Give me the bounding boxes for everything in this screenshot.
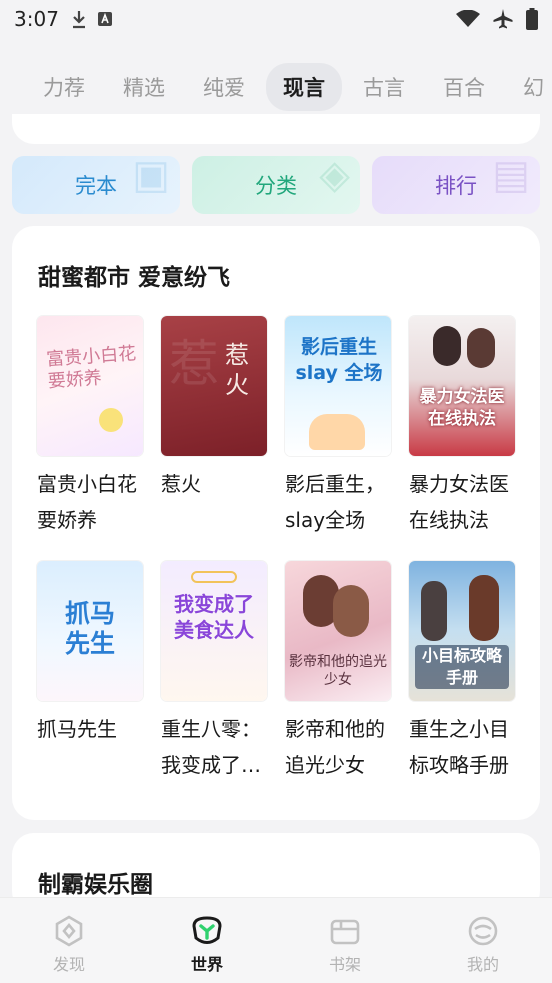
tab-guyan[interactable]: 古言 [346, 63, 422, 111]
discover-icon [55, 915, 83, 947]
cover-figure [469, 575, 499, 641]
cover-figure [433, 326, 461, 366]
tab-jingxuan[interactable]: 精选 [106, 63, 182, 111]
category-label: 分类 [255, 174, 297, 198]
tab-baihe[interactable]: 百合 [426, 63, 502, 111]
book-item[interactable]: 影帝和他的追光少女 影帝和他的追光少女 [285, 561, 391, 783]
book-cover: 小目标攻略手册 [409, 561, 515, 701]
book-item[interactable]: 我变成了美食达人 重生八零：我变成了美食达人 [161, 561, 267, 783]
book-cover: 惹火 惹 [161, 316, 267, 456]
book-title: 富贵小白花要娇养 [37, 472, 137, 532]
book-item[interactable]: 抓马先生 抓马先生 [37, 561, 143, 747]
book-title: 暴力女法医在线执法 [409, 472, 509, 532]
book-item[interactable]: 富贵小白花要娇养 富贵小白花要娇养 [37, 316, 143, 538]
book-title: 惹火 [161, 472, 201, 496]
cover-figure [333, 585, 369, 637]
cover-figure [467, 328, 495, 368]
book-item[interactable]: 惹火 惹 惹火 [161, 316, 267, 502]
book-cover: 抓马先生 [37, 561, 143, 701]
nav-label: 我的 [466, 955, 499, 974]
section-title: 制霸娱乐圈 [38, 872, 153, 898]
section-sweet-city: 甜蜜都市 爱意纷飞 富贵小白花要娇养 富贵小白花要娇养 惹火 惹 惹火 影后重生… [12, 226, 540, 820]
download-icon [72, 11, 85, 29]
book-title: 重生之小目标攻略手册 [409, 717, 509, 777]
cover-decoration [99, 408, 123, 432]
book-title: 影后重生，slay全场 [285, 472, 385, 532]
category-deco-icon: ◈ [319, 156, 350, 198]
nav-world[interactable]: 世界 [138, 898, 276, 983]
bottom-nav: 发现 世界 书架 我的 [0, 897, 552, 983]
profile-icon [468, 916, 498, 946]
book-item[interactable]: 小目标攻略手册 重生之小目标攻略手册 [409, 561, 515, 783]
book-title: 影帝和他的追光少女 [285, 717, 385, 777]
battery-icon [526, 8, 538, 30]
cover-figure [421, 581, 447, 641]
ranking-button[interactable]: ▤ 排行 [372, 156, 540, 214]
cover-title: 惹火 [225, 341, 249, 399]
cover-halo [191, 571, 237, 583]
cover-illustration [309, 414, 365, 450]
tab-lijian[interactable]: 力荐 [26, 63, 102, 111]
book-item[interactable]: 暴力女法医在线执法 暴力女法医在线执法 [409, 316, 515, 538]
nav-label: 世界 [190, 955, 223, 974]
cover-watermark: 惹 [169, 335, 219, 393]
ranking-deco-icon: ▤ [492, 156, 530, 198]
world-icon [192, 916, 222, 944]
status-bar: 3:07 [0, 0, 552, 38]
nav-profile[interactable]: 我的 [414, 898, 552, 983]
category-button[interactable]: ◈ 分类 [192, 156, 360, 214]
book-title: 抓马先生 [37, 717, 117, 741]
banner-card-bottom [12, 114, 540, 144]
section-title: 甜蜜都市 爱意纷飞 [38, 265, 231, 291]
book-deco-icon: ▣ [132, 156, 170, 198]
category-tabs: 力荐 精选 纯爱 现言 古言 百合 幻 [0, 62, 552, 112]
cover-title: 小目标攻略手册 [415, 645, 509, 689]
tab-chunai[interactable]: 纯爱 [186, 63, 262, 111]
cover-title: 富贵小白花要娇养 [45, 343, 137, 393]
complete-books-button[interactable]: ▣ 完本 [12, 156, 180, 214]
tab-xianyan[interactable]: 现言 [266, 63, 342, 111]
cover-title: 影后重生 slay 全场 [295, 336, 383, 384]
nav-bookshelf[interactable]: 书架 [276, 898, 414, 983]
book-cover: 影帝和他的追光少女 [285, 561, 391, 701]
book-cover: 富贵小白花要娇养 [37, 316, 143, 456]
cover-title: 影帝和他的追光少女 [289, 654, 387, 688]
airplane-icon [493, 9, 513, 29]
ranking-label: 排行 [435, 174, 477, 198]
book-item[interactable]: 影后重生 slay 全场 影后重生，slay全场 [285, 316, 391, 538]
nav-label: 书架 [328, 955, 361, 974]
cover-title: 暴力女法医在线执法 [419, 387, 505, 429]
tab-huan[interactable]: 幻 [506, 63, 552, 111]
book-cover: 暴力女法医在线执法 [409, 316, 515, 456]
nav-label: 发现 [52, 955, 85, 974]
keyboard-a-icon [97, 12, 112, 26]
bookshelf-icon [330, 919, 360, 945]
complete-books-label: 完本 [75, 174, 117, 198]
cover-title: 抓马先生 [64, 599, 115, 658]
cover-title: 我变成了美食达人 [174, 592, 254, 642]
book-title: 重生八零：我变成了美食达人 [161, 717, 261, 777]
book-cover: 影后重生 slay 全场 [285, 316, 391, 456]
book-cover: 我变成了美食达人 [161, 561, 267, 701]
status-time: 3:07 [14, 7, 59, 31]
wifi-icon [456, 10, 480, 27]
nav-discover[interactable]: 发现 [0, 898, 138, 983]
